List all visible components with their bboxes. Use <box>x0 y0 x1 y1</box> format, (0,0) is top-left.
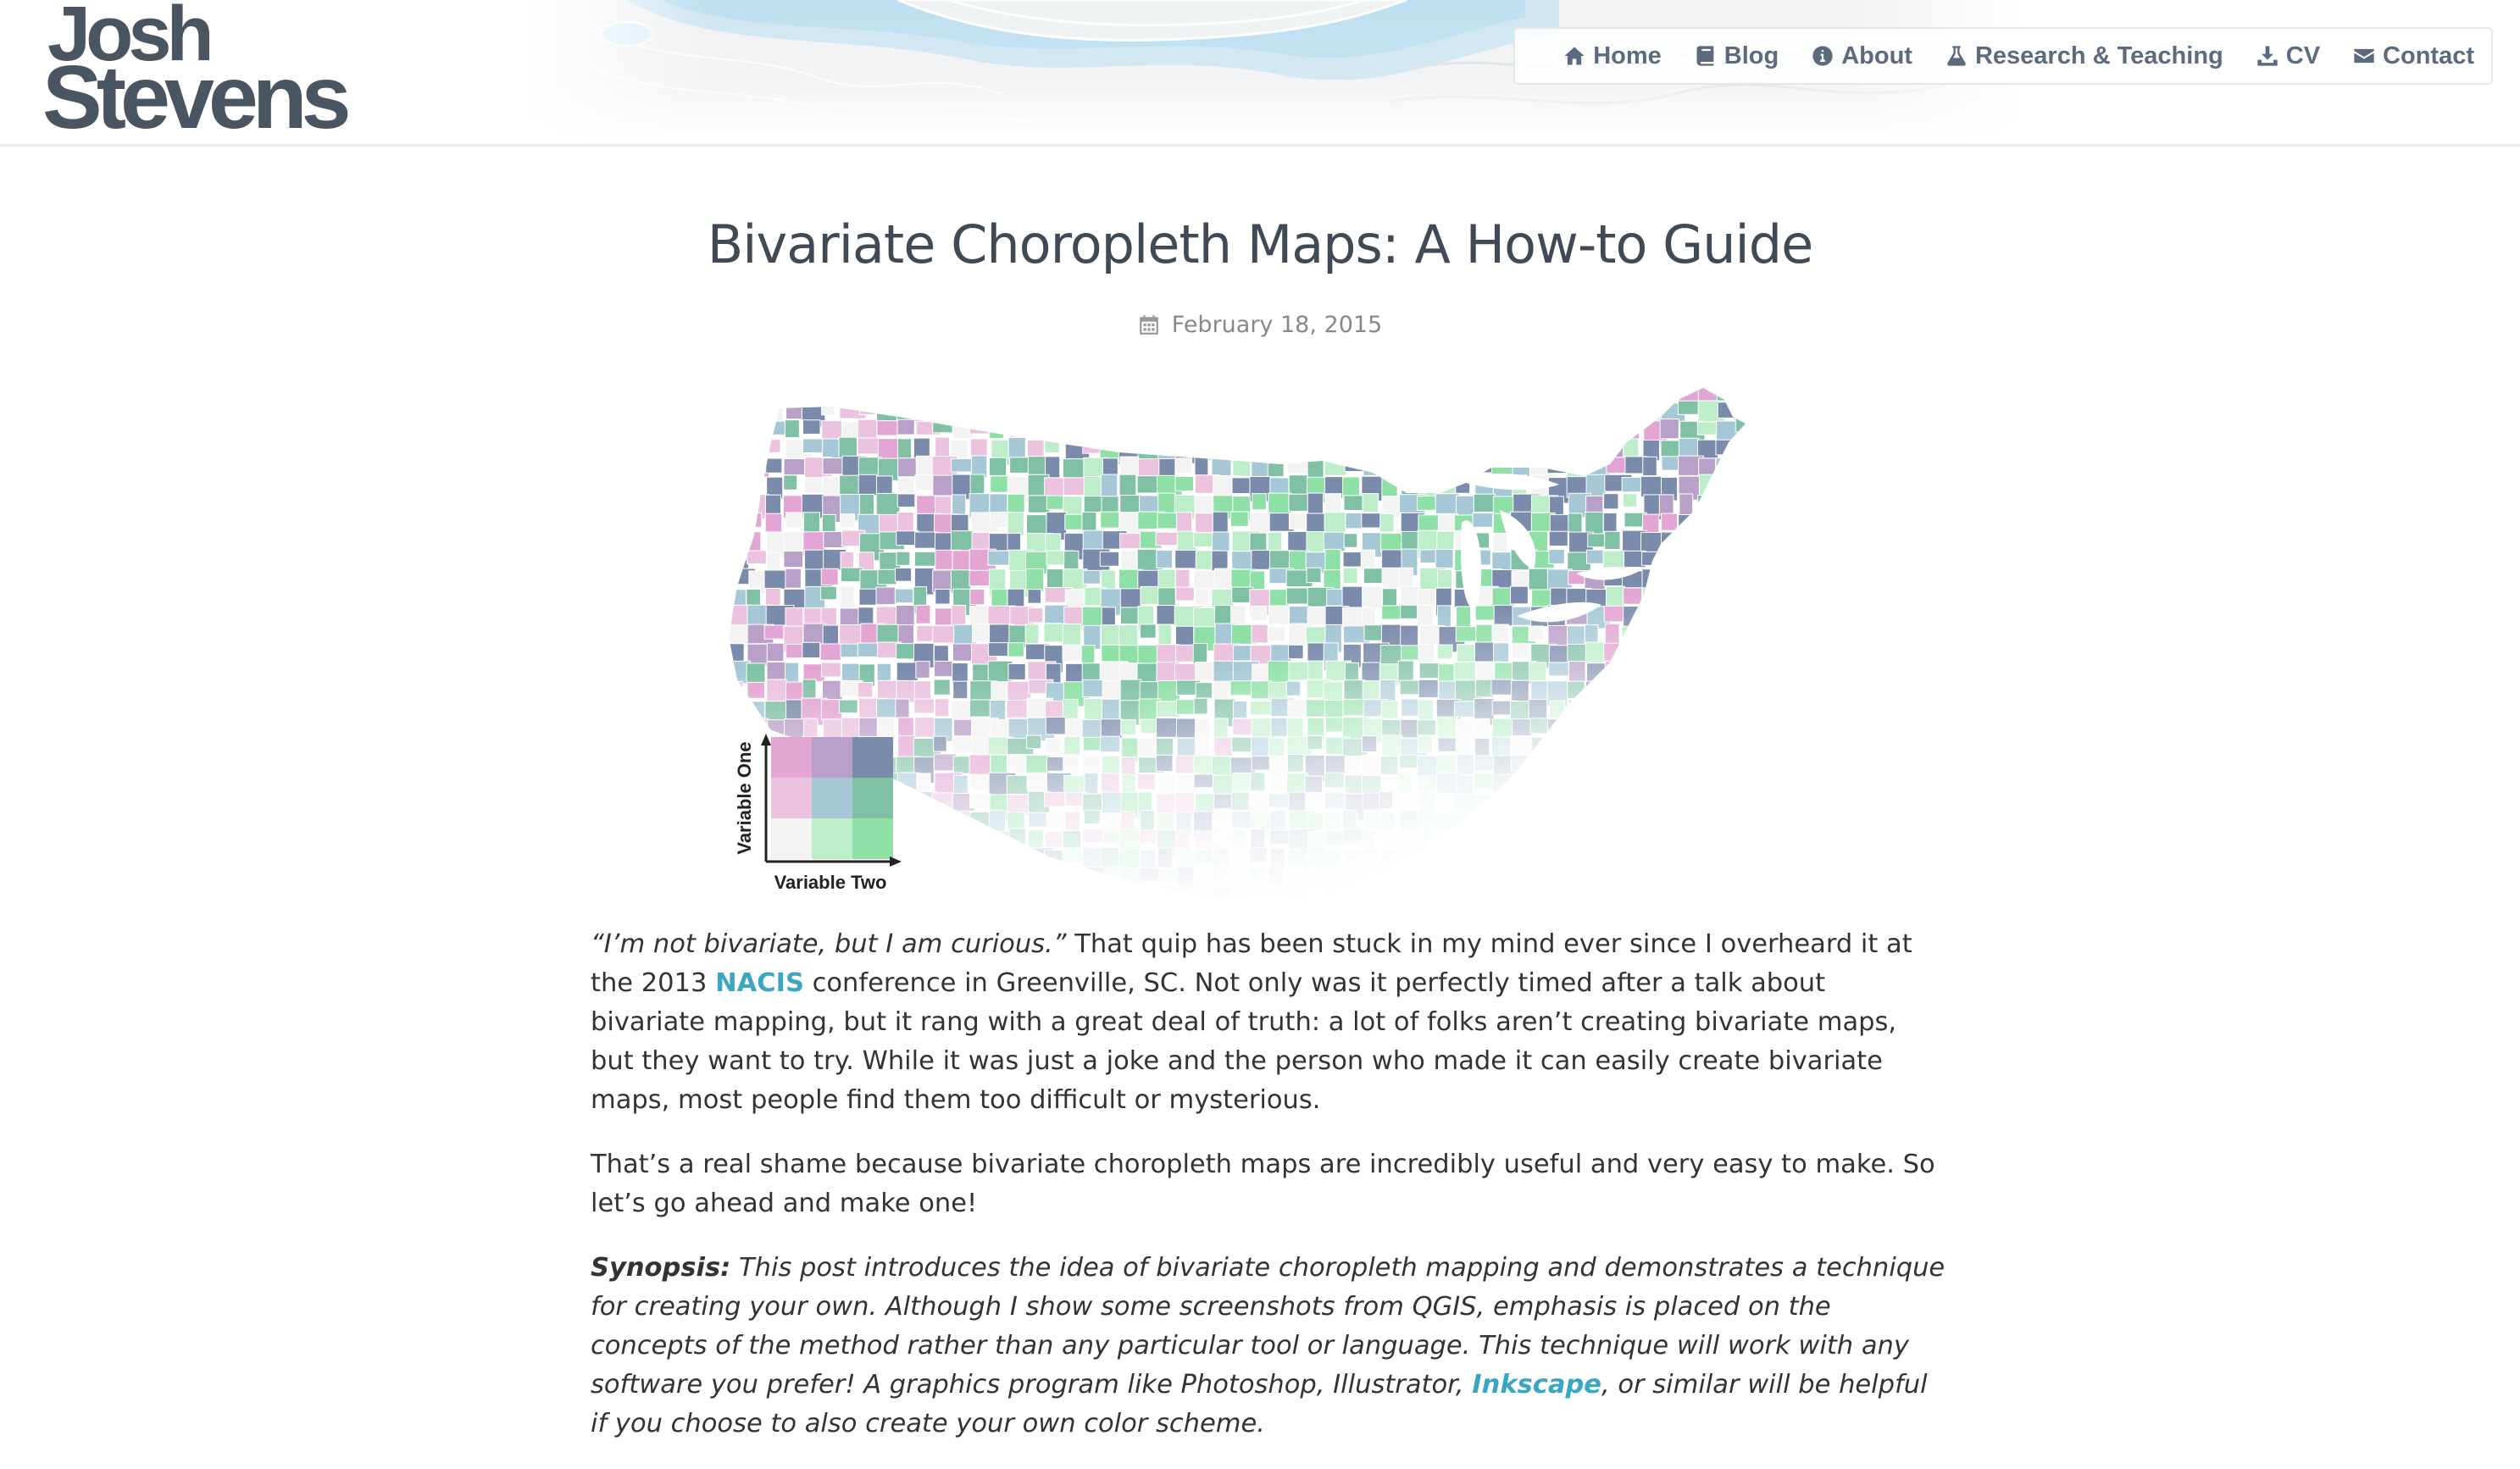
nav-research-teaching[interactable]: Research & Teaching <box>1945 42 2223 70</box>
legend-swatch <box>852 778 893 818</box>
legend-swatch <box>812 818 852 859</box>
nav-blog[interactable]: Blog <box>1694 42 1779 70</box>
nacis-link[interactable]: NACIS <box>715 968 804 998</box>
logo-text-last: Stevens <box>42 47 352 147</box>
legend-swatch <box>771 818 812 859</box>
inkscape-link[interactable]: Inkscape <box>1472 1370 1601 1400</box>
legend-swatch <box>852 737 893 778</box>
download-icon <box>2257 46 2278 66</box>
nav-cv-label: CV <box>2285 42 2321 69</box>
legend-swatch <box>771 778 812 818</box>
main-navigation: Home Blog About Research & Teaching CV C… <box>1513 27 2493 85</box>
legend-swatch <box>812 778 852 818</box>
home-icon <box>1564 47 1585 65</box>
post-body: “I’m not bivariate, but I am curious.” T… <box>591 925 1946 1469</box>
nav-contact[interactable]: Contact <box>2352 42 2474 70</box>
paragraph-intro: “I’m not bivariate, but I am curious.” T… <box>591 925 1946 1120</box>
legend-swatch <box>852 818 893 859</box>
paragraph-shame: That’s a real shame because bivariate ch… <box>591 1150 1935 1218</box>
nav-about-label: About <box>1841 42 1912 69</box>
site-logo[interactable]: Josh Stevens <box>42 0 364 147</box>
nav-research-label: Research & Teaching <box>1974 42 2223 69</box>
nav-home[interactable]: Home <box>1563 42 1662 70</box>
post-date: February 18, 2015 <box>0 312 2520 338</box>
legend-swatch <box>812 737 852 778</box>
paragraph-synopsis: Synopsis: This post introduces the idea … <box>591 1249 1946 1444</box>
info-icon <box>1812 46 1833 66</box>
post-date-text: February 18, 2015 <box>1171 312 1383 338</box>
opening-quote: “I’m not bivariate, but I am curious.” <box>591 929 1067 959</box>
site-header: Josh Stevens Home Blog About Research & … <box>0 0 2520 147</box>
legend-swatch <box>771 737 812 778</box>
post-title: Bivariate Choropleth Maps: A How-to Guid… <box>707 213 1813 275</box>
calendar-icon <box>1139 314 1158 335</box>
nav-home-label: Home <box>1593 42 1662 69</box>
nav-blog-label: Blog <box>1723 42 1779 69</box>
bivariate-map-image: Variable One Variable Two <box>729 383 1796 901</box>
nav-cv[interactable]: CV <box>2256 42 2320 70</box>
envelope-icon <box>2354 48 2374 64</box>
synopsis-label: Synopsis: <box>591 1253 731 1283</box>
book-icon <box>1696 46 1714 66</box>
flask-icon <box>1947 46 1966 66</box>
nav-about[interactable]: About <box>1811 42 1912 70</box>
legend-y-label: Variable One <box>734 741 755 854</box>
nav-contact-label: Contact <box>2383 42 2474 69</box>
legend-x-label: Variable Two <box>774 872 887 893</box>
